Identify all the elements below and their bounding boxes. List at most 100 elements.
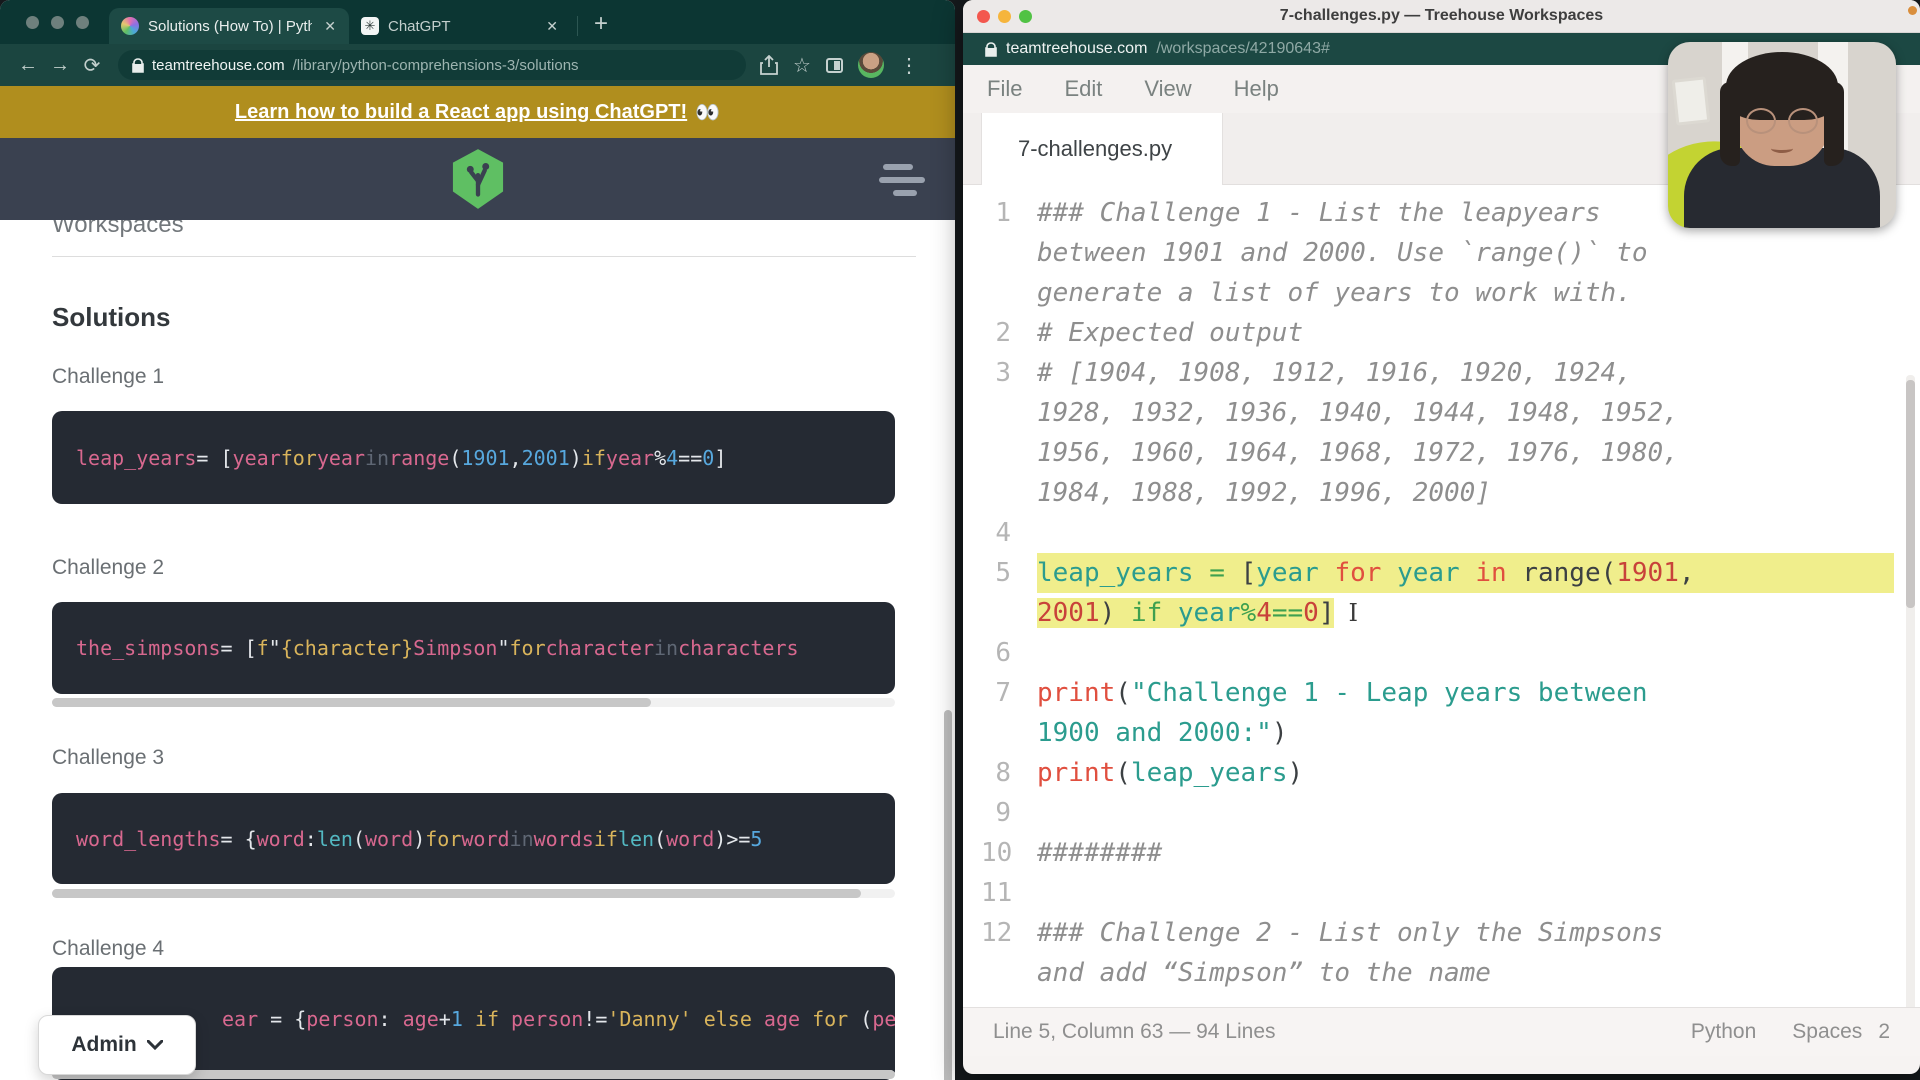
code-line[interactable]: 1984, 1988, 1992, 1996, 2000] (963, 473, 1920, 513)
code-line[interactable]: 9 (963, 793, 1920, 833)
minimize-window-button[interactable] (51, 16, 64, 29)
code-token: ) (570, 446, 582, 470)
code-block: leap_years = [year for year in range(190… (52, 411, 895, 504)
code-token: 1928, 1932, 1936, 1940, 1944, 1948, 1952… (1037, 398, 1679, 428)
zoom-window-button[interactable] (76, 16, 89, 29)
code-token: 1901 (1616, 558, 1679, 588)
bookmark-star-icon[interactable]: ☆ (793, 53, 811, 78)
admin-dropdown-button[interactable]: Admin (38, 1015, 196, 1075)
code-line[interactable]: 1900 and 2000:") (963, 713, 1920, 753)
code-token: word (666, 827, 714, 851)
indent-size[interactable]: 2 (1878, 1020, 1890, 1044)
menu-edit[interactable]: Edit (1064, 76, 1102, 102)
editor-scrollbar-thumb[interactable] (1906, 380, 1915, 608)
code-token: leap_years (1131, 758, 1288, 788)
line-number: 1 (963, 193, 1011, 233)
window-controls[interactable] (0, 0, 109, 44)
code-token: + (439, 1007, 451, 1031)
code-line[interactable]: 7print("Challenge 1 - Leap years between (963, 673, 1920, 713)
code-token: year (1178, 598, 1241, 628)
share-icon[interactable] (760, 55, 778, 75)
challenge-label: Challenge 3 (52, 746, 164, 770)
code-token: leap_years (76, 446, 196, 470)
treehouse-favicon-icon (121, 17, 139, 35)
zoom-window-button[interactable] (1019, 10, 1032, 23)
code-token: == (678, 446, 702, 470)
code-line[interactable]: 2001) if year%4==0]I (963, 593, 1920, 633)
line-number: 5 (963, 553, 1011, 593)
breadcrumb[interactable]: Workspaces (52, 220, 184, 239)
code-line[interactable]: 2# Expected output (963, 313, 1920, 353)
reload-icon[interactable]: ⟳ (76, 53, 108, 78)
minimize-window-button[interactable] (998, 10, 1011, 23)
promo-banner-link[interactable]: Learn how to build a React app using Cha… (235, 101, 687, 124)
menu-file[interactable]: File (987, 76, 1022, 102)
side-panel-icon[interactable] (826, 58, 843, 73)
code-editor[interactable]: 1### Challenge 1 - List the leapyearsbet… (963, 185, 1920, 1007)
menu-view[interactable]: View (1144, 76, 1191, 102)
window-controls[interactable] (977, 0, 1032, 33)
code-line[interactable]: between 1901 and 2000. Use `range()` to (963, 233, 1920, 273)
code-token: # [1904, 1908, 1912, 1916, 1920, 1924, (1037, 358, 1632, 388)
address-bar[interactable]: teamtreehouse.com/library/python-compreh… (118, 50, 746, 80)
code-line[interactable]: 1956, 1960, 1964, 1968, 1972, 1976, 1980… (963, 433, 1920, 473)
close-window-button[interactable] (26, 16, 39, 29)
line-number (963, 433, 1011, 473)
code-token: in (510, 827, 534, 851)
hamburger-menu-icon[interactable] (879, 164, 927, 203)
code-block: word_lengths = {word: len(word) for word… (52, 793, 895, 884)
code-line-text: # [1904, 1908, 1912, 1916, 1920, 1924, (1037, 353, 1632, 393)
horizontal-scrollbar[interactable] (52, 698, 895, 707)
close-tab-icon[interactable]: ✕ (543, 18, 561, 35)
horizontal-scrollbar-thumb[interactable] (52, 889, 861, 898)
code-line[interactable]: 12### Challenge 2 - List only the Simpso… (963, 913, 1920, 953)
page-title: Solutions (52, 302, 170, 333)
code-line[interactable]: generate a list of years to work with. (963, 273, 1920, 313)
back-icon[interactable]: ← (12, 54, 44, 77)
code-token: age (403, 1007, 439, 1031)
treehouse-logo-icon[interactable] (451, 148, 505, 210)
vertical-scrollbar[interactable] (944, 710, 952, 1080)
code-token: year (1397, 558, 1460, 588)
code-line[interactable]: 5 leap_years = [year for year in range(19… (963, 553, 1920, 593)
menu-help[interactable]: Help (1234, 76, 1279, 102)
new-tab-button[interactable]: + (584, 10, 622, 44)
promo-banner[interactable]: Learn how to build a React app using Cha… (0, 86, 955, 138)
code-token: ( (353, 827, 365, 851)
close-tab-icon[interactable]: ✕ (321, 18, 339, 35)
code-line-text: 1928, 1932, 1936, 1940, 1944, 1948, 1952… (1037, 393, 1679, 433)
editor-tab-active[interactable]: 7-challenges.py (981, 113, 1223, 185)
horizontal-scrollbar[interactable] (52, 889, 895, 898)
line-number: 9 (963, 793, 1011, 833)
code-line[interactable]: 10######## (963, 833, 1920, 873)
code-line-text: leap_years = [year for year in range(190… (1037, 553, 1894, 593)
code-token: = { (258, 1007, 306, 1031)
code-token: ( (1115, 758, 1131, 788)
horizontal-scrollbar-thumb[interactable] (52, 698, 651, 707)
tab-chatgpt[interactable]: ✳ ChatGPT ✕ (349, 8, 571, 44)
code-line[interactable]: 4 (963, 513, 1920, 553)
code-token: between 1901 and 2000. Use `range()` to (1037, 238, 1647, 268)
code-line[interactable]: and add “Simpson” to the name (963, 953, 1920, 993)
code-token: print (1037, 758, 1115, 788)
browser-menu-icon[interactable]: ⋮ (899, 53, 919, 78)
line-number: 4 (963, 513, 1011, 553)
code-line[interactable]: 8print(leap_years) (963, 753, 1920, 793)
code-token: words (534, 827, 594, 851)
line-number (963, 473, 1011, 513)
line-number: 10 (963, 833, 1011, 873)
code-line[interactable]: 3# [1904, 1908, 1912, 1916, 1920, 1924, (963, 353, 1920, 393)
tab-solutions[interactable]: Solutions (How To) | Python Co ✕ (109, 8, 349, 44)
code-line[interactable]: 1928, 1932, 1936, 1940, 1944, 1948, 1952… (963, 393, 1920, 433)
code-token: in (654, 636, 678, 660)
forward-icon[interactable]: → (44, 54, 76, 77)
profile-avatar[interactable] (858, 52, 884, 78)
close-window-button[interactable] (977, 10, 990, 23)
window-title-bar[interactable]: 7-challenges.py — Treehouse Workspaces (963, 0, 1920, 33)
indent-type[interactable]: Spaces (1792, 1020, 1862, 1044)
code-line[interactable]: 11 (963, 873, 1920, 913)
language-mode[interactable]: Python (1691, 1020, 1756, 1044)
code-token: word (461, 827, 509, 851)
code-token: 1984, 1988, 1992, 1996, 2000] (1037, 478, 1491, 508)
code-line[interactable]: 6 (963, 633, 1920, 673)
